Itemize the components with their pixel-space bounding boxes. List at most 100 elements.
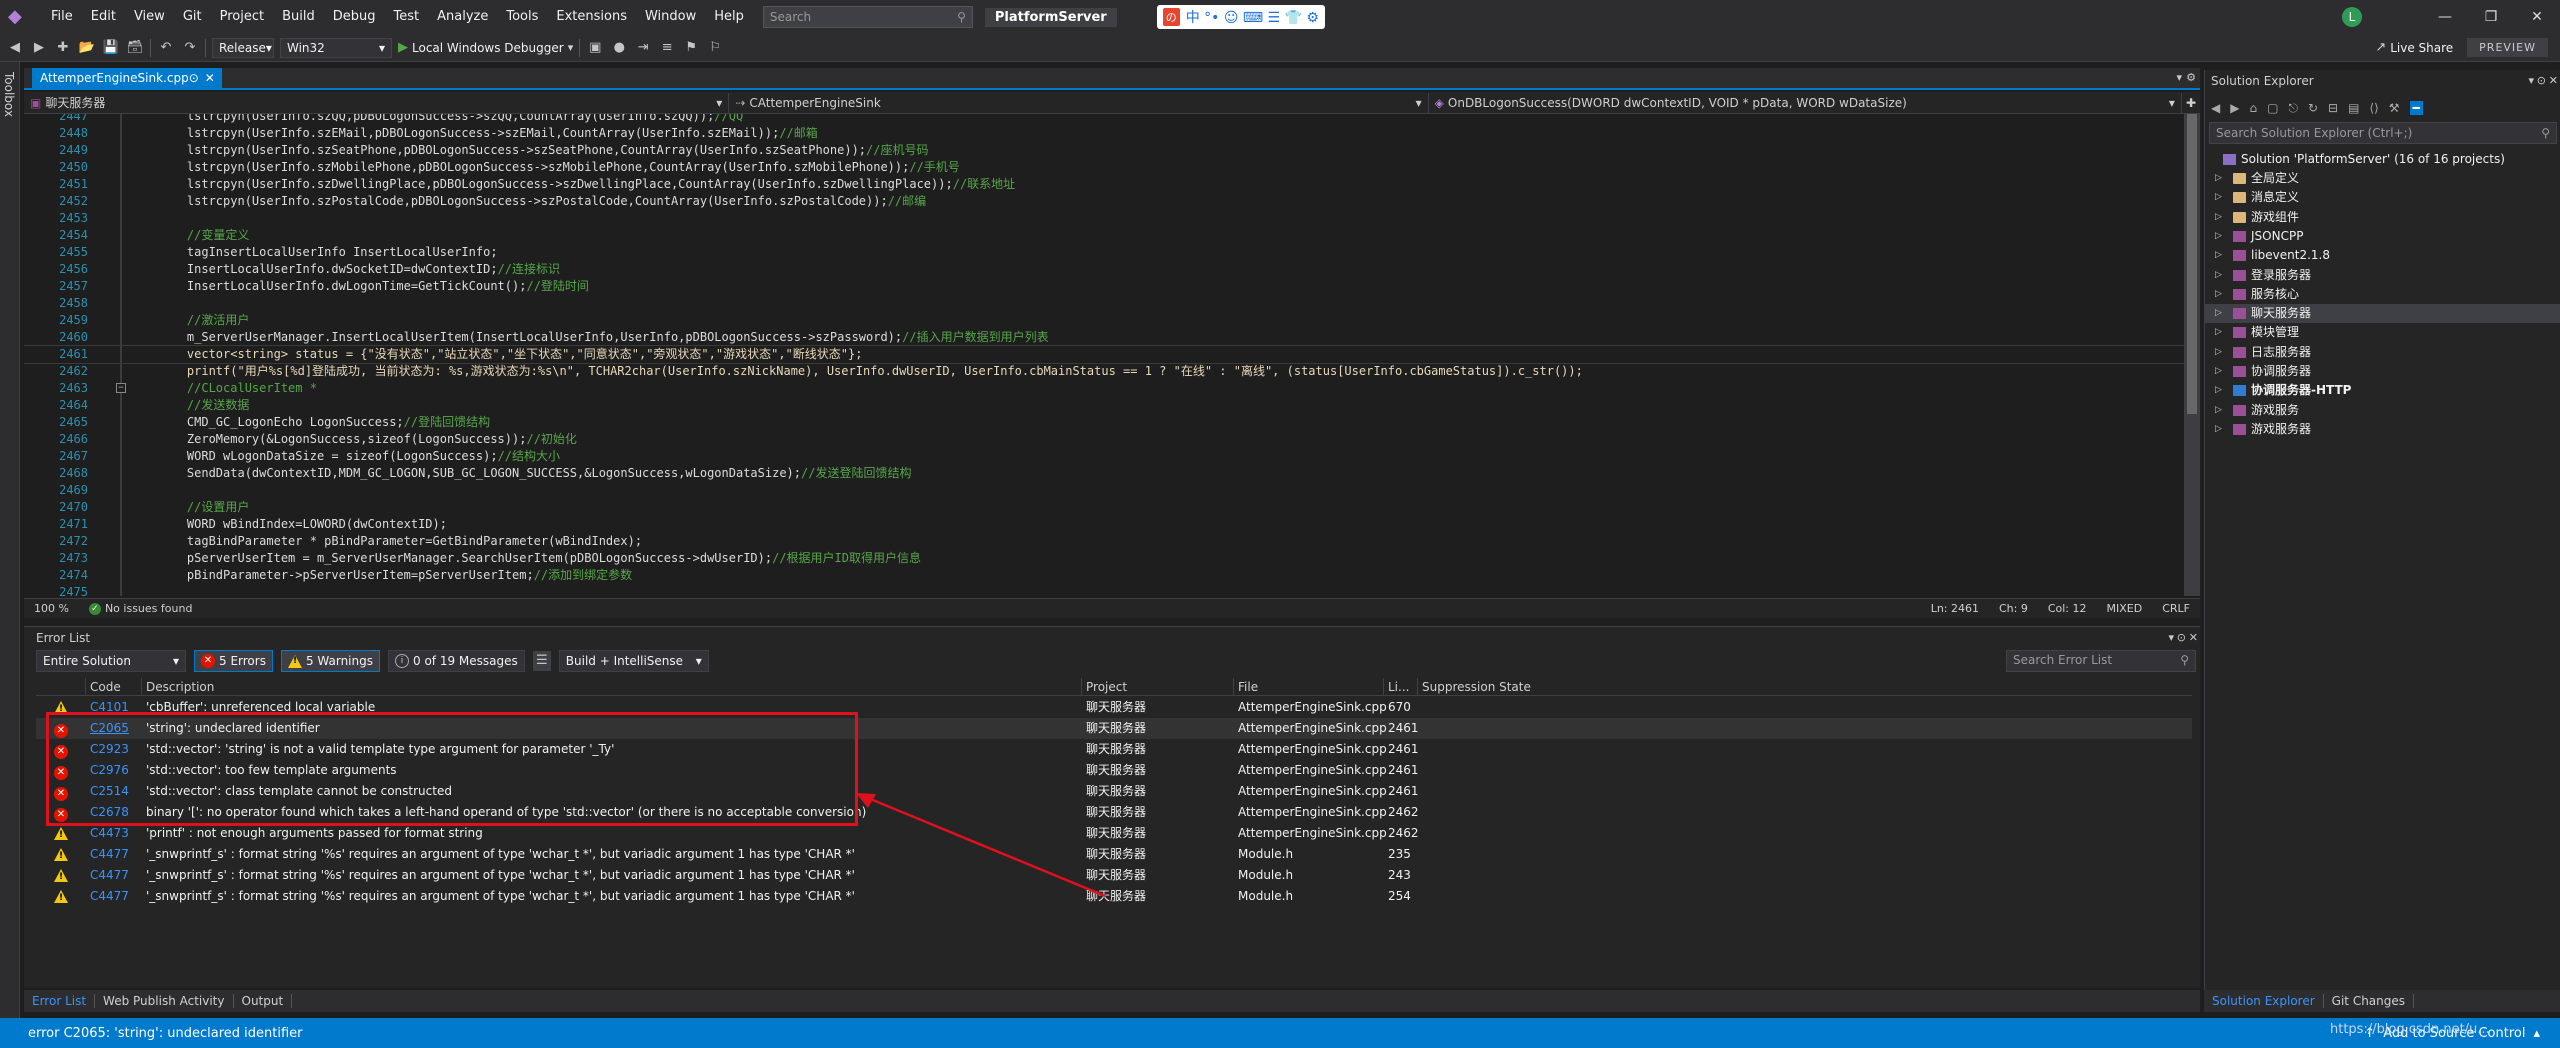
zoom-level[interactable]: 100 % xyxy=(24,602,79,615)
search-input[interactable]: Search ⚲ xyxy=(762,6,973,28)
error-list-row[interactable]: C4477 '_snwprintf_s' : format string '%s'… xyxy=(36,844,2192,865)
breakpoint-icon[interactable]: ● xyxy=(610,40,628,55)
code-line[interactable]: 2450 lstrcpyn(UserInfo.szMobilePhone,pDB… xyxy=(24,159,2184,176)
camera-icon[interactable]: ▣ xyxy=(586,40,604,55)
code-line[interactable]: 2458 xyxy=(24,295,2184,312)
ime-toolbar[interactable]: の 中 °• ☺ ⌨ ☰ 👕 ⚙ xyxy=(1156,5,1325,29)
code-line[interactable]: 2472 tagBindParameter * pBindParameter=G… xyxy=(24,533,2184,550)
split-editor-icon[interactable]: ✚ xyxy=(2182,96,2200,110)
expand-arrow-icon[interactable]: ▷ xyxy=(2215,323,2222,342)
error-list-row[interactable]: C4101 'cbBuffer': unreferenced local vari… xyxy=(36,697,2192,718)
column-line[interactable]: Li... xyxy=(1384,678,1418,696)
code-line[interactable]: 2459 //激活用户 xyxy=(24,312,2184,329)
code-line[interactable]: 2456 InsertLocalUserInfo.dwSocketID=dwCo… xyxy=(24,261,2184,278)
bookmark-icon[interactable]: ⚑ xyxy=(682,40,700,55)
forward-icon[interactable]: ▶ xyxy=(30,40,48,55)
error-list-search-input[interactable]: Search Error List ⚲ xyxy=(2006,650,2196,672)
code-line[interactable]: 2473 pServerUserItem = m_ServerUserManag… xyxy=(24,550,2184,567)
menu-item-build[interactable]: Build xyxy=(273,0,324,34)
project-node[interactable]: ▷ libevent2.1.8 xyxy=(2205,246,2560,265)
menu-item-file[interactable]: File xyxy=(42,0,82,34)
expand-arrow-icon[interactable]: ▷ xyxy=(2215,246,2222,265)
code-line[interactable]: 2474 pBindParameter->pServerUserItem=pSe… xyxy=(24,567,2184,584)
expand-arrow-icon[interactable]: ▷ xyxy=(2215,266,2222,285)
solution-folder-node[interactable]: ▷ 消息定义 xyxy=(2205,188,2560,207)
platform-select[interactable]: Win32 ▾ xyxy=(280,37,392,58)
build-filter-select[interactable]: Build + IntelliSense ▾ xyxy=(558,650,709,672)
code-line[interactable]: 2461 vector<string> status = {"没有状态","站立… xyxy=(24,345,2184,364)
error-code-link[interactable]: C4477 xyxy=(90,886,129,907)
tab-attemper-engine-sink[interactable]: AttemperEngineSink.cpp ⊙ ✕ xyxy=(32,68,222,90)
pin-icon[interactable]: ⊙ xyxy=(189,71,199,87)
scope-select[interactable]: Entire Solution ▾ xyxy=(36,650,186,672)
code-line[interactable]: 2467 WORD wLogonDataSize = sizeof(LogonS… xyxy=(24,448,2184,465)
code-line[interactable]: 2452 lstrcpyn(UserInfo.szPostalCode,pDBO… xyxy=(24,193,2184,210)
code-icon[interactable]: ⟨⟩ xyxy=(2369,101,2378,115)
close-icon[interactable]: ✕ xyxy=(2549,74,2558,87)
tab-web-publish-activity[interactable]: Web Publish Activity xyxy=(95,994,234,1008)
start-debugging-button[interactable]: ▶ Local Windows Debugger ▾ xyxy=(398,40,573,55)
project-node[interactable]: ▷ 登录服务器 xyxy=(2205,266,2560,285)
column-file[interactable]: File xyxy=(1234,678,1384,696)
wrench-icon[interactable]: ⚒ xyxy=(2389,101,2400,115)
tab-output[interactable]: Output xyxy=(234,994,293,1008)
project-node[interactable]: ▷ 服务核心 xyxy=(2205,285,2560,304)
code-line[interactable]: 2453 xyxy=(24,210,2184,227)
code-editor[interactable]: 2447 lstrcpyn(UserInfo.szQQ,pDBOLogonSuc… xyxy=(24,114,2184,596)
code-line[interactable]: 2464 //发送数据 xyxy=(24,397,2184,414)
code-line[interactable]: 2470 //设置用户 xyxy=(24,499,2184,516)
error-list-row[interactable]: ✕ C2514 'std::vector': class template cann… xyxy=(36,781,2192,802)
project-nav-select[interactable]: ▣ 聊天服务器 ▾ xyxy=(24,92,730,113)
error-code-link[interactable]: C4473 xyxy=(90,823,129,844)
code-line[interactable]: 2455 tagInsertLocalUserInfo InsertLocalU… xyxy=(24,244,2184,261)
minimize-icon[interactable]: — xyxy=(2422,9,2468,25)
project-node[interactable]: ▷ 聊天服务器 xyxy=(2205,304,2560,324)
back-icon[interactable]: ◀ xyxy=(6,40,24,55)
column-type[interactable] xyxy=(36,678,86,696)
close-icon[interactable]: ✕ xyxy=(2514,9,2560,25)
pin-icon[interactable]: ⊙ xyxy=(2537,74,2546,87)
filter-icon[interactable]: ☰ xyxy=(532,651,551,671)
error-code-link[interactable]: C2976 xyxy=(90,760,129,781)
active-document-icon[interactable]: ━ xyxy=(2409,101,2423,115)
error-list-row[interactable]: C4477 '_snwprintf_s' : format string '%s'… xyxy=(36,865,2192,886)
tab-error-list[interactable]: Error List xyxy=(24,994,96,1008)
preview-button[interactable]: PREVIEW xyxy=(2467,38,2548,57)
solution-folder-node[interactable]: ▷ 全局定义 xyxy=(2205,169,2560,188)
menu-item-test[interactable]: Test xyxy=(385,0,429,34)
project-node[interactable]: ▷ 模块管理 xyxy=(2205,323,2560,342)
scrollbar-thumb[interactable] xyxy=(2187,114,2197,414)
error-list-row[interactable]: ✕ C2976 'std::vector': too few template ar… xyxy=(36,760,2192,781)
line-ending[interactable]: CRLF xyxy=(2152,602,2200,615)
expand-arrow-icon[interactable]: ▷ xyxy=(2215,401,2222,420)
menu-item-help[interactable]: Help xyxy=(705,0,753,34)
new-item-icon[interactable]: ✚ xyxy=(54,40,72,55)
comment-icon[interactable]: ≡ xyxy=(658,40,676,55)
code-line[interactable]: 2475 xyxy=(24,584,2184,596)
menu-item-edit[interactable]: Edit xyxy=(82,0,125,34)
expand-arrow-icon[interactable]: ▷ xyxy=(2215,285,2222,304)
menu-item-debug[interactable]: Debug xyxy=(324,0,385,34)
solution-folder-node[interactable]: ▷ 游戏组件 xyxy=(2205,208,2560,227)
pin-icon[interactable]: ⊙ xyxy=(2177,631,2186,644)
redo-icon[interactable]: ↷ xyxy=(181,40,199,55)
menu-item-project[interactable]: Project xyxy=(211,0,273,34)
column-description[interactable]: Description xyxy=(142,678,1082,696)
error-code-link[interactable]: C4101 xyxy=(90,697,129,718)
home-icon[interactable]: ⌂ xyxy=(2249,101,2257,115)
column-suppression[interactable]: Suppression State xyxy=(1418,678,1538,696)
code-line[interactable]: 2469 xyxy=(24,482,2184,499)
step-icon[interactable]: ⇥ xyxy=(634,40,652,55)
code-line[interactable]: 2447 lstrcpyn(UserInfo.szQQ,pDBOLogonSuc… xyxy=(24,114,2184,125)
close-icon[interactable]: ✕ xyxy=(2189,631,2198,644)
close-icon[interactable]: ✕ xyxy=(205,71,215,87)
expand-arrow-icon[interactable]: ▷ xyxy=(2215,208,2222,227)
avatar[interactable]: L xyxy=(2342,7,2362,27)
project-node[interactable]: ▷ 日志服务器 xyxy=(2205,343,2560,362)
project-node[interactable]: ▷ 游戏服务 xyxy=(2205,401,2560,420)
undo-icon[interactable]: ↶ xyxy=(157,40,175,55)
error-code-link[interactable]: C2514 xyxy=(90,781,129,802)
error-list-row[interactable]: C4477 '_snwprintf_s' : format string '%s'… xyxy=(36,886,2192,907)
settings-icon[interactable]: ⚙ xyxy=(2186,71,2196,84)
live-share-button[interactable]: ↗ Live Share xyxy=(2375,40,2453,55)
